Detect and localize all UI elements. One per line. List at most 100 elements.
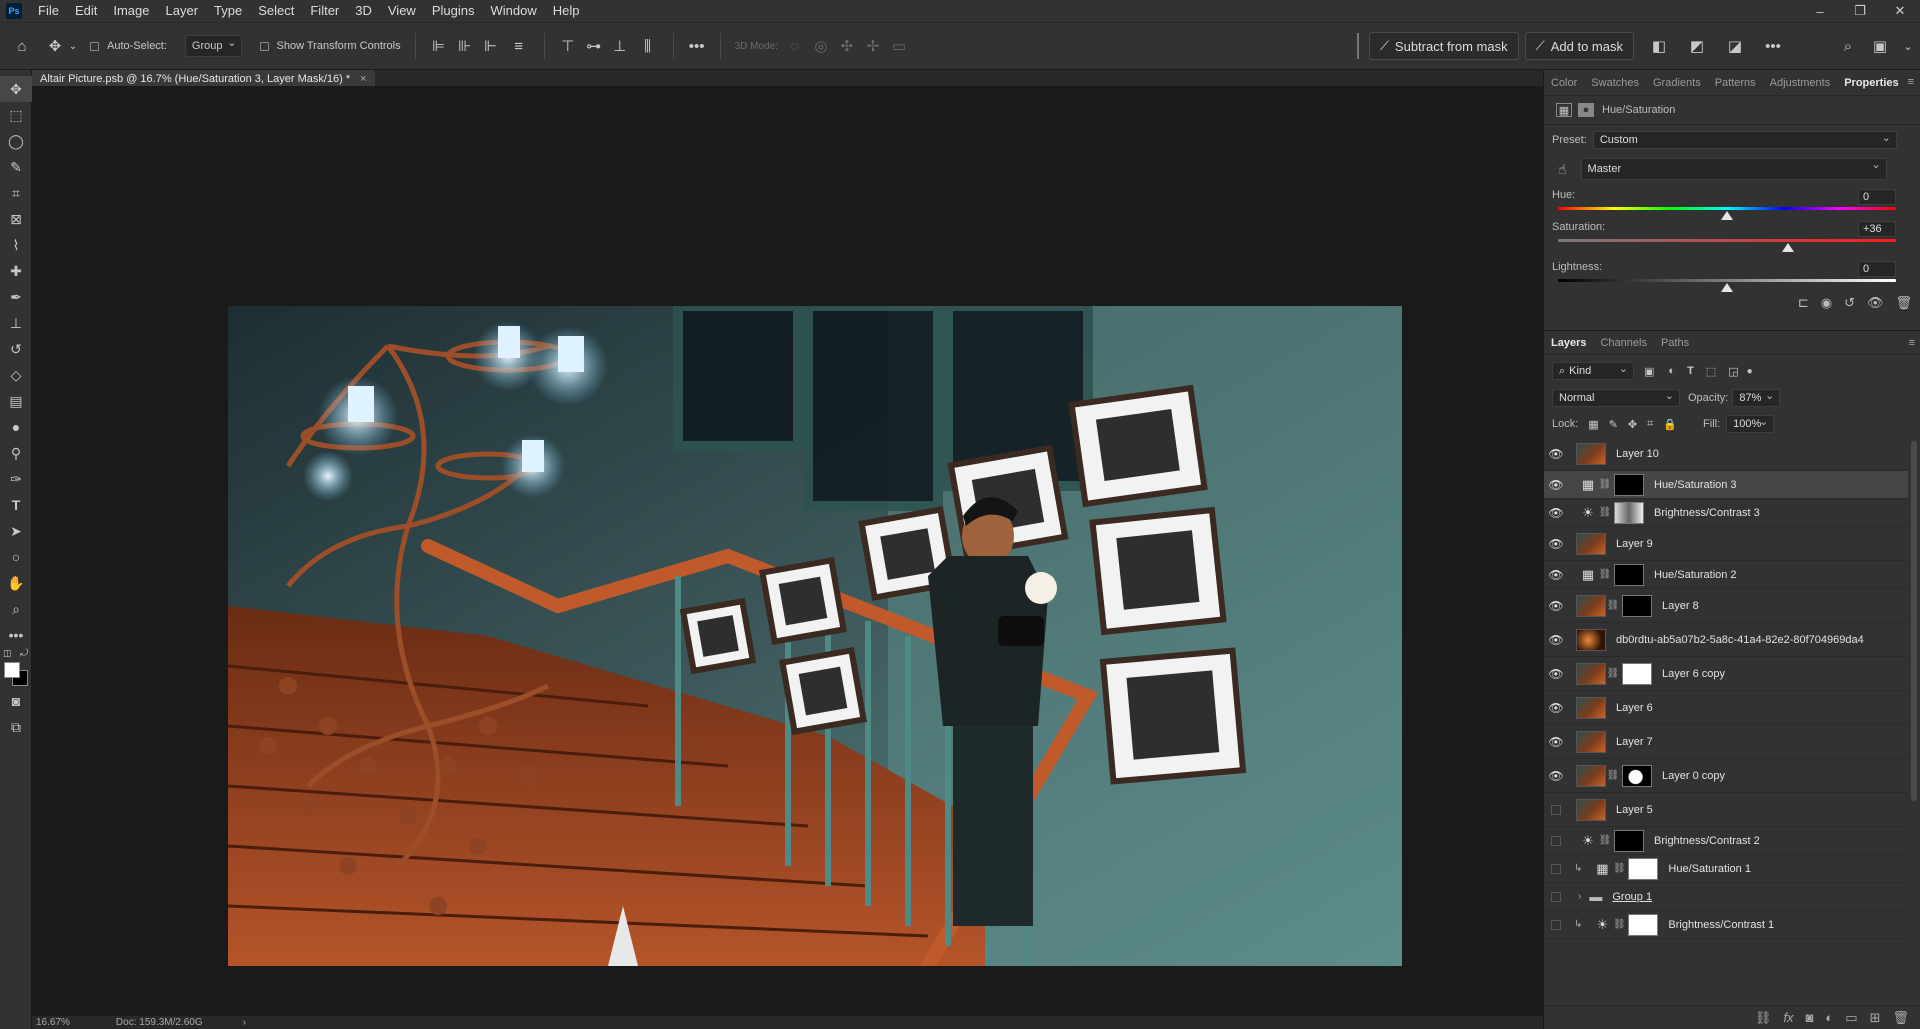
align-center-icon[interactable]: ⊪ — [452, 34, 478, 58]
layer-row[interactable]: 👁 ▦ ⛓ Hue/Saturation 2 — [1544, 561, 1908, 589]
menu-plugins[interactable]: Plugins — [424, 0, 483, 22]
delete-layer-icon[interactable]: 🗑 — [1892, 1010, 1909, 1026]
visibility-eye-icon[interactable]: 👁 — [1544, 478, 1568, 492]
fill-field[interactable]: 100% — [1726, 415, 1775, 433]
quick-selection-tool-icon[interactable]: ✎ — [0, 154, 32, 180]
layer-mask-thumbnail[interactable] — [1628, 913, 1659, 936]
eyedropper-tool-icon[interactable]: ⌇ — [0, 232, 32, 258]
layer-row[interactable]: 👁 ⛓ Layer 0 copy — [1544, 759, 1908, 793]
layer-row[interactable]: 👁 ☀ ⛓ Brightness/Contrast 3 — [1544, 499, 1908, 527]
menu-view[interactable]: View — [380, 0, 424, 22]
layer-row[interactable]: Layer 5 — [1544, 793, 1908, 827]
color-swatches[interactable]: ◫ ⤾ — [0, 648, 31, 688]
healing-brush-tool-icon[interactable]: ✚ — [0, 258, 32, 284]
visibility-eye-icon[interactable] — [1544, 919, 1568, 930]
crop-tool-icon[interactable]: ⌗ — [0, 180, 32, 206]
filter-smart-object-icon[interactable]: ◲ — [1728, 365, 1738, 378]
menu-file[interactable]: File — [30, 0, 67, 22]
blur-tool-icon[interactable]: ● — [0, 414, 32, 440]
align-middle-icon[interactable]: ⊶ — [581, 34, 607, 58]
clone-stamp-tool-icon[interactable]: ⊥ — [0, 310, 32, 336]
layer-row[interactable]: 👁 Layer 10 — [1544, 437, 1908, 471]
add-to-mask-button[interactable]: ⟋ Add to mask — [1524, 32, 1634, 60]
visibility-eye-icon[interactable]: 👁 — [1544, 568, 1568, 582]
status-arrow-icon[interactable]: › — [243, 1017, 246, 1028]
quick-mask-icon[interactable]: ◙ — [0, 688, 32, 714]
hue-slider-track[interactable] — [1558, 207, 1896, 210]
layer-thumbnail[interactable] — [1576, 764, 1606, 787]
search-icon[interactable]: ⌕ — [1832, 34, 1864, 58]
lightness-value-field[interactable]: 0 — [1858, 261, 1896, 277]
targeted-adjustment-icon[interactable]: ☝ — [1558, 161, 1567, 178]
zoom-level[interactable]: 16.67% — [36, 1017, 70, 1028]
align-right-icon[interactable]: ⊩ — [478, 34, 504, 58]
lock-all-icon[interactable]: 🔒 — [1663, 418, 1677, 431]
visibility-eye-icon[interactable]: 👁 — [1544, 769, 1568, 783]
layer-thumbnail[interactable] — [1576, 594, 1606, 617]
filter-type-icon[interactable]: T — [1687, 365, 1694, 377]
hand-tool-icon[interactable]: ✋ — [0, 570, 32, 596]
layer-thumbnail[interactable] — [1576, 730, 1606, 753]
menu-image[interactable]: Image — [105, 0, 157, 22]
lock-image-icon[interactable]: ✎ — [1609, 418, 1618, 431]
mask-link-icon[interactable]: ⛓ — [1606, 668, 1620, 679]
tab-gradients[interactable]: Gradients — [1646, 77, 1708, 89]
lightness-slider-thumb[interactable] — [1721, 283, 1733, 292]
align-top-icon[interactable]: ⊤ — [555, 34, 581, 58]
saturation-value-field[interactable]: +36 — [1858, 221, 1896, 237]
channel-dropdown[interactable]: Master — [1580, 158, 1887, 180]
tab-properties[interactable]: Properties — [1837, 77, 1905, 89]
align-bottom-icon[interactable]: ⊥ — [607, 34, 633, 58]
layer-mask-thumbnail[interactable] — [1614, 473, 1644, 496]
edit-toolbar-icon[interactable]: ••• — [0, 622, 32, 648]
pen-tool-icon[interactable]: ✑ — [0, 466, 32, 492]
hue-value-field[interactable]: 0 — [1858, 189, 1896, 205]
visibility-eye-icon[interactable]: 👁 — [1544, 667, 1568, 681]
delete-adjustment-icon[interactable]: 🗑 — [1895, 295, 1912, 311]
link-layers-icon[interactable]: ⛓ — [1755, 1010, 1772, 1026]
move-tool-preset-icon[interactable]: ✥ — [44, 34, 66, 58]
visibility-eye-icon[interactable]: 👁 — [1544, 735, 1568, 749]
new-layer-icon[interactable]: ⊞ — [1870, 1010, 1881, 1026]
tab-channels[interactable]: Channels — [1593, 337, 1653, 349]
type-tool-icon[interactable]: T — [0, 492, 32, 518]
document-canvas-image[interactable] — [228, 306, 1402, 966]
tab-paths[interactable]: Paths — [1654, 337, 1696, 349]
filter-shape-icon[interactable]: ⬚ — [1706, 365, 1716, 378]
saturation-slider-track[interactable] — [1558, 239, 1896, 242]
layer-mask-thumbnail[interactable] — [1622, 662, 1652, 685]
mask-invert-icon[interactable]: ◩ — [1678, 34, 1716, 58]
gradient-tool-icon[interactable]: ▤ — [0, 388, 32, 414]
opacity-field[interactable]: 87% — [1732, 389, 1781, 407]
lock-transparent-icon[interactable]: ▦ — [1588, 418, 1598, 431]
filter-pixel-icon[interactable]: ▣ — [1644, 365, 1654, 378]
move-tool-icon[interactable]: ✥ — [0, 76, 32, 102]
tab-layers[interactable]: Layers — [1544, 337, 1593, 349]
group-expand-icon[interactable]: › — [1578, 891, 1581, 902]
adjustment-grid-icon[interactable]: ▦ — [1556, 103, 1572, 117]
new-group-icon[interactable]: ▭ — [1845, 1010, 1857, 1026]
kind-filter-dropdown[interactable]: ⌕ Kind — [1552, 362, 1634, 380]
layer-row[interactable]: › ▬ Group 1 — [1544, 883, 1908, 911]
new-adjustment-icon[interactable]: ◐ — [1825, 1010, 1833, 1025]
layer-row[interactable]: 👁 db0rdtu-ab5a07b2-5a8c-41a4-82e2-80f7049… — [1544, 623, 1908, 657]
menu-type[interactable]: Type — [206, 0, 250, 22]
mask-link-icon[interactable]: ⛓ — [1612, 863, 1626, 874]
subtract-from-mask-button[interactable]: ⟋ Subtract from mask — [1368, 32, 1519, 60]
mask-link-icon[interactable]: ⛓ — [1598, 835, 1612, 846]
layer-row[interactable]: ↳ ▦ ⛓ Hue/Saturation 1 — [1544, 855, 1908, 883]
restore-icon[interactable]: ❐ — [1840, 0, 1880, 22]
visibility-eye-icon[interactable]: 👁 — [1544, 633, 1568, 647]
distribute-icon[interactable]: ≡ — [504, 34, 534, 58]
more-options-icon[interactable]: ••• — [684, 34, 710, 58]
menu-select[interactable]: Select — [250, 0, 302, 22]
close-tab-icon[interactable]: × — [360, 73, 366, 85]
layer-row[interactable]: 👁 Layer 6 — [1544, 691, 1908, 725]
visibility-eye-icon[interactable]: 👁 — [1544, 701, 1568, 715]
layer-mask-thumbnail[interactable] — [1614, 501, 1644, 524]
layer-row[interactable]: ↳ ☀ ⛓ Brightness/Contrast 1 — [1544, 911, 1908, 939]
layer-mask-thumbnail[interactable] — [1622, 764, 1652, 787]
canvas-area[interactable] — [32, 86, 1543, 1016]
menu-help[interactable]: Help — [545, 0, 588, 22]
brush-tool-icon[interactable]: ✒ — [0, 284, 32, 310]
